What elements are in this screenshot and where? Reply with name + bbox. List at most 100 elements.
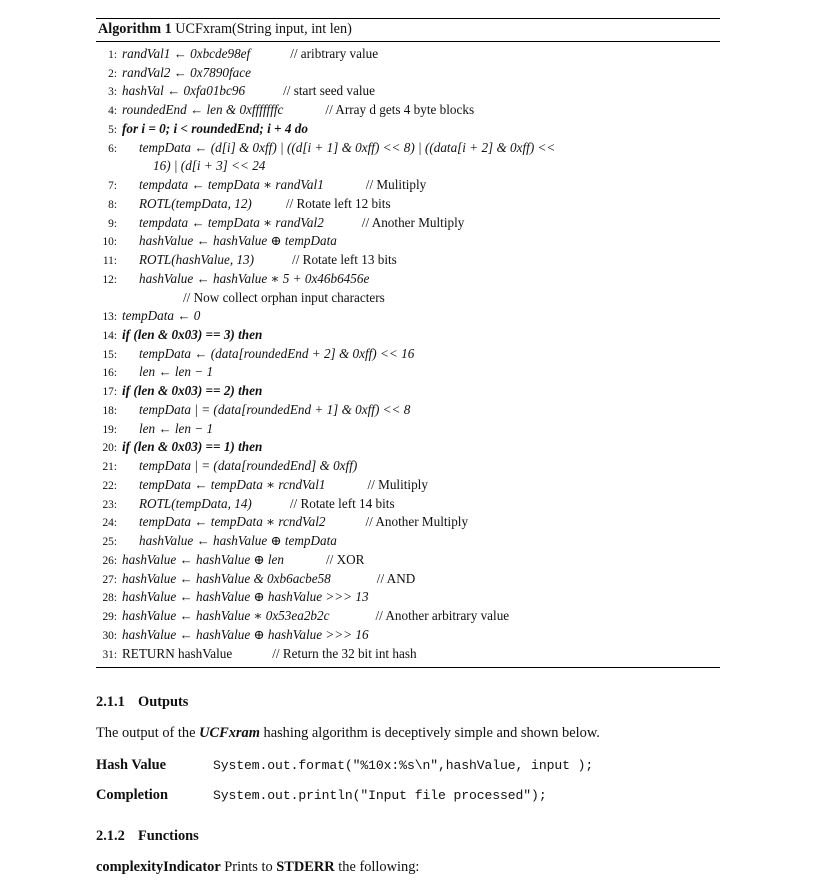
- algorithm-line: 10: hashValue ← hashValue ⊕ tempData: [96, 232, 720, 251]
- line-number: 23:: [102, 498, 117, 511]
- algorithm-line: 26: hashValue ← hashValue ⊕ len // XOR: [96, 551, 720, 570]
- function-desc-emphasis: STDERR: [276, 858, 335, 875]
- algorithm-line: 4: roundedEnd ← len & 0xfffffffc // Array…: [96, 101, 720, 120]
- line-number: 31:: [102, 648, 117, 661]
- line-code: randVal1 ← 0xbcde98ef: [122, 46, 251, 61]
- functions-section: 2.1.2 Functions complexityIndicator Print…: [96, 828, 720, 876]
- line-number: 6:: [108, 142, 117, 155]
- line-comment: // Return the 32 bit int hash: [272, 645, 417, 661]
- algorithm-line: 1: randVal1 ← 0xbcde98ef // aribtrary val…: [96, 45, 720, 64]
- line-number: 26:: [102, 554, 117, 567]
- algorithm-line: 9: tempdata ← tempData ∗ randVal2 // Anot…: [96, 214, 720, 233]
- algorithm-line: 22: tempData ← tempData ∗ rcndVal1 // Mul…: [96, 476, 720, 495]
- line-comment: // XOR: [325, 551, 365, 567]
- line-number: 27:: [102, 573, 117, 586]
- line-code: ROTL(tempData, 14): [139, 495, 252, 511]
- line-code: for i = 0; i < roundedEnd; i + 4 do: [122, 120, 308, 136]
- line-code: hashValue ← hashValue ⊕ hashValue >>> 16: [122, 626, 369, 642]
- line-code: roundedEnd ← len & 0xfffffffc: [122, 102, 284, 118]
- algorithm-line: 3: hashVal ← 0xfa01bc96 // start seed val…: [96, 82, 720, 101]
- line-comment: // AND: [376, 570, 416, 586]
- line-code: tempData ← tempData ∗ rcndVal1: [139, 476, 326, 492]
- line-comment: // Another arbitrary value: [375, 608, 510, 624]
- algorithm-line: 27: hashValue ← hashValue & 0xb6acbe58 //…: [96, 570, 720, 589]
- line-code: RETURN hashValue: [122, 645, 233, 661]
- line-comment: // Another Multiply: [361, 214, 465, 230]
- line-code: hashValue ← hashValue ⊕ len: [122, 551, 284, 567]
- function-description: complexityIndicator Prints to STDERR the…: [96, 859, 720, 876]
- algorithm-line: 15: tempData ← (data[roundedEnd + 2] & 0…: [96, 345, 720, 364]
- line-comment: // Mulitiply: [367, 476, 428, 492]
- line-comment: // Mulitiply: [365, 177, 427, 193]
- algorithm-label: Algorithm 1: [98, 21, 172, 37]
- algorithm-line: 21: tempData | = (data[roundedEnd] & 0xf…: [96, 457, 720, 476]
- line-number: 8:: [108, 198, 117, 211]
- line-comment: // start seed value: [283, 83, 375, 99]
- algorithm-line: 14: if (len & 0x03) == 3) then: [96, 326, 720, 345]
- line-number: 3:: [108, 86, 117, 99]
- line-code: hashValue ← hashValue & 0xb6acbe58: [122, 570, 331, 586]
- line-number: 16:: [102, 367, 117, 380]
- outputs-heading-title: Outputs: [138, 694, 189, 711]
- line-number: 1:: [108, 49, 117, 61]
- outputs-heading-number: 2.1.1: [96, 694, 125, 711]
- line-code: hashValue ← hashValue ∗ 5 + 0x46b6456e: [139, 270, 370, 286]
- line-number: 9:: [108, 217, 117, 230]
- line-code: len ← len − 1: [139, 364, 214, 380]
- line-number: 19:: [102, 423, 117, 436]
- line-number: 4:: [108, 105, 117, 118]
- line-number: 15:: [102, 348, 117, 361]
- line-number: 11:: [102, 255, 117, 268]
- outputs-paragraph-pre: The output of the: [96, 725, 200, 742]
- line-code: tempData | = (data[roundedEnd + 1] & 0xf…: [139, 401, 411, 417]
- algorithm-line: 30: hashValue ← hashValue ⊕ hashValue >>…: [96, 626, 720, 645]
- line-comment: // Array d gets 4 byte blocks: [325, 102, 475, 118]
- functions-heading: 2.1.2 Functions: [96, 828, 720, 845]
- line-number: 13:: [102, 311, 117, 324]
- line-comment: // Another Multiply: [365, 514, 469, 530]
- line-code: hashValue ← hashValue ⊕ tempData: [139, 233, 337, 249]
- algorithm-line: 19: len ← len − 1: [96, 420, 720, 439]
- line-code: len ← len − 1: [139, 420, 214, 436]
- line-number: 7:: [108, 180, 117, 193]
- algorithm-line: 17: if (len & 0x03) == 2) then: [96, 382, 720, 401]
- line-comment: // Now collect orphan input characters: [183, 289, 385, 305]
- line-code: randVal2 ← 0x7890face: [122, 64, 251, 80]
- line-number: 18:: [102, 404, 117, 417]
- line-number: 20:: [102, 442, 117, 455]
- outputs-paragraph: The output of the UCFxram hashing algori…: [96, 724, 720, 743]
- algorithm-line: 25: hashValue ← hashValue ⊕ tempData: [96, 532, 720, 551]
- line-number: 25:: [102, 536, 117, 549]
- line-code: tempData ← 0: [122, 308, 201, 324]
- line-number: 2:: [108, 67, 117, 80]
- algorithm-line-continuation: 16) | (d[i + 3] << 24: [96, 157, 720, 176]
- outputs-section: 2.1.1 Outputs The output of the UCFxram h…: [96, 694, 720, 803]
- line-number: 29:: [102, 611, 117, 624]
- line-comment: // Rotate left 14 bits: [289, 495, 395, 511]
- line-code: hashValue ← hashValue ⊕ hashValue >>> 13: [122, 589, 369, 605]
- line-comment: // Rotate left 12 bits: [285, 195, 391, 211]
- line-comment: // Rotate left 13 bits: [292, 252, 397, 268]
- algorithm-line: 11: ROTL(hashValue, 13) // Rotate left 13…: [96, 251, 720, 270]
- line-comment: // aribtrary value: [290, 46, 379, 61]
- line-number: 28:: [102, 592, 117, 605]
- function-desc-post: the following:: [334, 858, 420, 875]
- line-number: 12:: [102, 273, 117, 286]
- line-code: tempData ← (data[roundedEnd + 2] & 0xff)…: [139, 345, 415, 361]
- algorithm-block: Algorithm 1 UCFxram(String input, int le…: [96, 18, 720, 669]
- line-code: tempdata ← tempData ∗ randVal2: [139, 214, 324, 230]
- function-desc-pre: Prints to: [220, 858, 277, 875]
- line-number: 10:: [102, 236, 117, 249]
- algorithm-line: 20: if (len & 0x03) == 1) then: [96, 438, 720, 457]
- algorithm-line: 13: tempData ← 0: [96, 307, 720, 326]
- algorithm-line: 24: tempData ← tempData ∗ rcndVal2 // Ano…: [96, 513, 720, 532]
- output-code: System.out.format("%10x:%s\n",hashValue,…: [213, 757, 594, 773]
- output-term: Hash Value: [96, 756, 166, 773]
- algorithm-signature: UCFxram(String input, int len): [175, 21, 352, 37]
- line-code: ROTL(hashValue, 13): [139, 252, 255, 268]
- algorithm-line: 16: len ← len − 1: [96, 363, 720, 382]
- outputs-paragraph-post: hashing algorithm is deceptively simple …: [259, 725, 600, 742]
- line-number: 5:: [108, 123, 117, 136]
- algorithm-line: 2: randVal2 ← 0x7890face: [96, 64, 720, 83]
- page-content: Algorithm 1 UCFxram(String input, int le…: [96, 18, 720, 876]
